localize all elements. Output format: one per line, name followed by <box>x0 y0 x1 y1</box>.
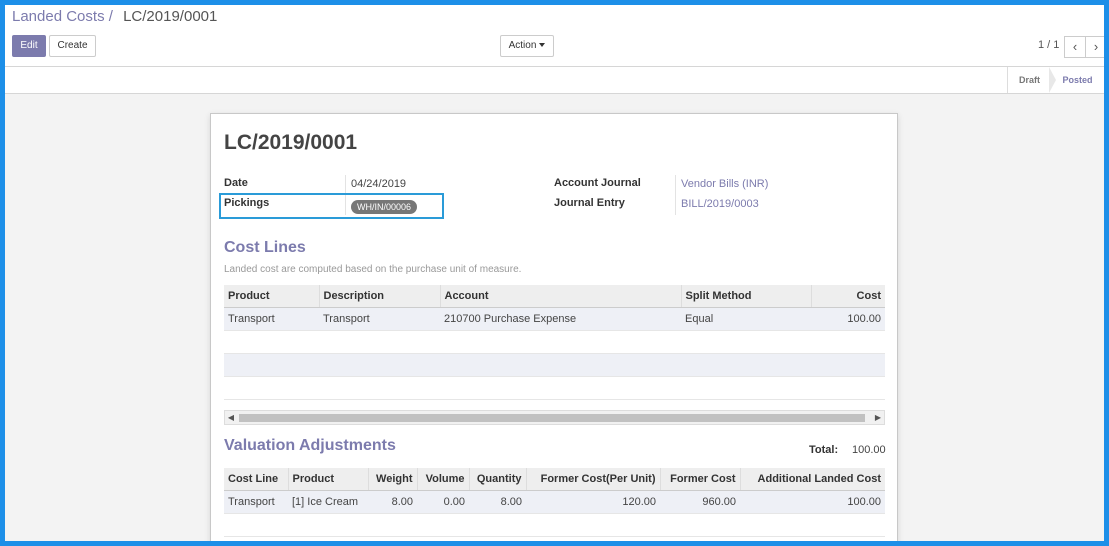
journal-entry-link[interactable]: BILL/2019/0003 <box>681 198 759 210</box>
edit-button[interactable]: Edit <box>12 35 46 57</box>
status-bar: Draft Posted <box>5 67 1104 94</box>
column-header-weight[interactable]: Weight <box>367 468 417 491</box>
empty-row <box>224 513 885 537</box>
pager-value: 1 / 1 <box>1038 39 1060 51</box>
breadcrumb-current: LC/2019/0001 <box>123 8 218 25</box>
field-divider <box>675 175 676 195</box>
create-button[interactable]: Create <box>49 35 96 57</box>
app-frame: Landed Costs / LC/2019/0001 Edit Create … <box>5 5 1104 541</box>
cell-former-cost: 960.00 <box>660 490 740 514</box>
stage-draft[interactable]: Draft <box>1007 67 1051 93</box>
column-header-volume[interactable]: Volume <box>416 468 469 491</box>
table-row[interactable]: Transport [1] Ice Cream 8.00 0.00 8.00 1… <box>224 490 885 514</box>
column-header-cost[interactable]: Cost <box>810 285 885 308</box>
chevron-left-icon: ‹ <box>1072 39 1078 54</box>
field-divider <box>345 175 346 195</box>
column-header-former-cost-per-unit[interactable]: Former Cost(Per Unit) <box>525 468 660 491</box>
valuation-adjustments-title: Valuation Adjustments <box>224 437 396 454</box>
cost-lines-table: Product Description Account Split Method… <box>224 285 885 400</box>
cell-volume: 0.00 <box>417 490 469 514</box>
stage-posted[interactable]: Posted <box>1051 67 1104 93</box>
column-header-cost-line[interactable]: Cost Line <box>224 468 288 491</box>
empty-row <box>224 376 885 400</box>
scrollbar-thumb[interactable] <box>239 414 865 422</box>
account-journal-label: Account Journal <box>554 177 641 189</box>
cost-lines-note: Landed cost are computed based on the pu… <box>224 264 522 275</box>
cell-product: [1] Ice Cream <box>288 490 368 514</box>
column-header-additional-landed-cost[interactable]: Additional Landed Cost <box>739 468 885 491</box>
field-divider <box>675 195 676 215</box>
total-value: 100.00 <box>852 444 886 456</box>
action-label: Action <box>508 40 537 51</box>
cell-product: Transport <box>224 307 319 331</box>
breadcrumb-separator: / <box>108 8 113 25</box>
column-header-former-cost[interactable]: Former Cost <box>659 468 740 491</box>
cell-description: Transport <box>319 307 440 331</box>
cost-lines-title: Cost Lines <box>224 239 306 256</box>
caret-down-icon <box>539 43 546 48</box>
breadcrumb-landed-costs[interactable]: Landed Costs <box>12 8 105 25</box>
account-journal-link[interactable]: Vendor Bills (INR) <box>681 178 768 190</box>
column-header-account[interactable]: Account <box>439 285 681 308</box>
action-dropdown-button[interactable]: Action <box>500 35 554 57</box>
total-label: Total: <box>809 444 839 456</box>
cell-account: 210700 Purchase Expense <box>440 307 681 331</box>
scroll-right-icon[interactable]: ▶ <box>872 411 884 424</box>
cell-weight: 8.00 <box>368 490 417 514</box>
pickings-highlight-box <box>219 193 444 219</box>
form-sheet: LC/2019/0001 Date 04/24/2019 Pickings WH… <box>210 113 898 541</box>
journal-entry-label: Journal Entry <box>554 197 625 209</box>
column-header-description[interactable]: Description <box>318 285 440 308</box>
date-field[interactable]: 04/24/2019 <box>351 178 406 190</box>
breadcrumb: Landed Costs / LC/2019/0001 <box>12 8 217 25</box>
scroll-left-icon[interactable]: ◀ <box>225 411 237 424</box>
cell-cost-line: Transport <box>224 490 288 514</box>
column-header-split-method[interactable]: Split Method <box>680 285 811 308</box>
column-header-product[interactable]: Product <box>224 285 319 308</box>
horizontal-scrollbar[interactable]: ◀ ▶ <box>224 410 885 425</box>
cell-split-method: Equal <box>681 307 811 331</box>
cell-former-cost-per-unit: 120.00 <box>526 490 660 514</box>
column-header-quantity[interactable]: Quantity <box>468 468 526 491</box>
cell-quantity: 8.00 <box>469 490 526 514</box>
chevron-right-icon: › <box>1093 39 1099 54</box>
control-panel: Landed Costs / LC/2019/0001 Edit Create … <box>5 5 1104 67</box>
pager-next-button[interactable]: › <box>1085 36 1104 58</box>
cell-cost: 100.00 <box>811 307 885 331</box>
cell-additional-landed-cost: 100.00 <box>740 490 885 514</box>
date-label: Date <box>224 177 248 189</box>
record-title: LC/2019/0001 <box>224 131 358 154</box>
table-row[interactable]: Transport Transport 210700 Purchase Expe… <box>224 307 885 331</box>
column-header-product[interactable]: Product <box>287 468 368 491</box>
pager-previous-button[interactable]: ‹ <box>1064 36 1086 58</box>
valuation-adjustments-table: Cost Line Product Weight Volume Quantity… <box>224 468 885 537</box>
empty-row <box>224 353 885 377</box>
empty-row <box>224 330 885 354</box>
